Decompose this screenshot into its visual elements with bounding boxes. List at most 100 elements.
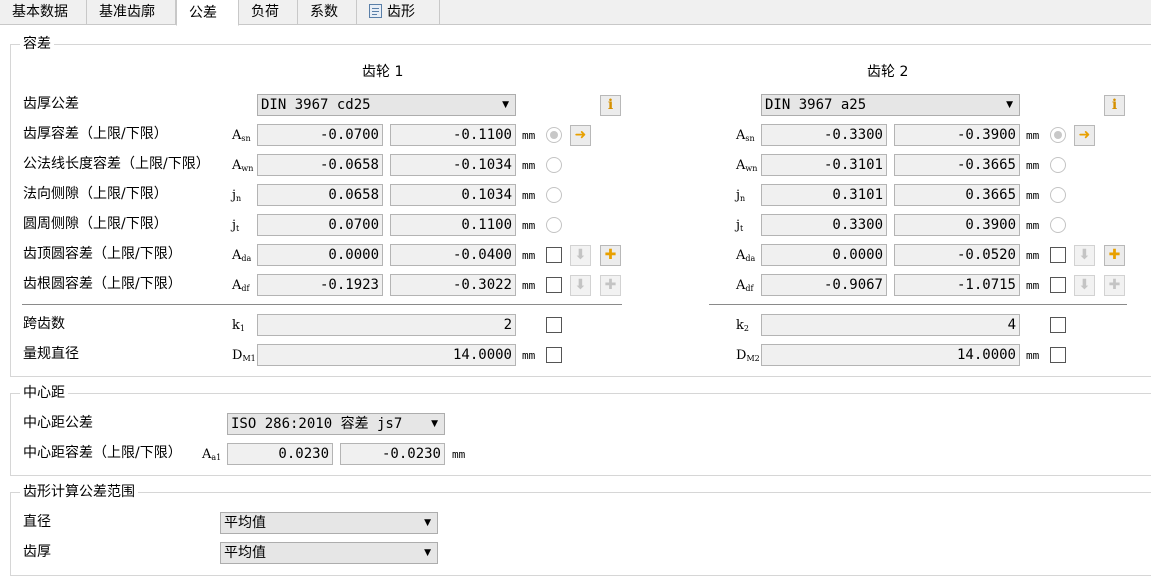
gear1-ada-checkbox[interactable]	[546, 247, 562, 263]
gear1-info-icon[interactable]: i	[600, 95, 621, 116]
gear1-ada-plus-icon[interactable]: ✚	[600, 245, 621, 266]
dropdown-arrow-icon: ▼	[502, 100, 509, 110]
gear2-jt-upper[interactable]: 0.3300	[761, 214, 887, 236]
gear2-jt-radio[interactable]	[1050, 217, 1066, 233]
gear2-info-icon[interactable]: i	[1104, 95, 1125, 116]
gear1-asn-upper[interactable]: -0.0700	[257, 124, 383, 146]
gear2-jn-upper[interactable]: 0.3101	[761, 184, 887, 206]
unit-mm: mm	[522, 159, 536, 172]
profile-tolerance-range-group	[10, 492, 1151, 576]
gear2-span-teeth-field[interactable]: 4	[761, 314, 1020, 336]
label-circumferential-backlash: 圆周侧隙（上限/下限）	[23, 216, 168, 232]
tab-reference-profile[interactable]: 基准齿廓	[87, 0, 176, 25]
gear2-separator	[709, 304, 1127, 305]
symbol-ada-gear2: Ada	[736, 248, 756, 263]
gear1-ball-diameter-field[interactable]: 14.0000	[257, 344, 516, 366]
dropdown-arrow-icon: ▼	[1006, 100, 1013, 110]
gear1-adf-upper[interactable]: -0.1923	[257, 274, 383, 296]
gear1-title: 齿轮 1	[362, 64, 404, 80]
gear1-jn-lower[interactable]: 0.1034	[390, 184, 516, 206]
unit-mm: mm	[1026, 349, 1040, 362]
gear1-ada-upper[interactable]: 0.0000	[257, 244, 383, 266]
gear2-ada-lower[interactable]: -0.0520	[894, 244, 1020, 266]
gear2-ada-checkbox[interactable]	[1050, 247, 1066, 263]
gear2-adf-upper[interactable]: -0.9067	[761, 274, 887, 296]
unit-mm: mm	[1026, 279, 1040, 292]
symbol-k2: k2	[736, 318, 749, 333]
diameter-select[interactable]: 平均值 ▼	[220, 512, 438, 534]
label-center-distance-deviation: 中心距容差（上限/下限）	[23, 445, 182, 461]
center-distance-group	[10, 393, 1151, 476]
gear2-ball-diameter-field[interactable]: 14.0000	[761, 344, 1020, 366]
gear1-ada-lower[interactable]: -0.0400	[390, 244, 516, 266]
symbol-adf-gear1: Adf	[232, 278, 250, 293]
unit-mm: mm	[1026, 129, 1040, 142]
gear2-awn-lower[interactable]: -0.3665	[894, 154, 1020, 176]
unit-mm: mm	[522, 189, 536, 202]
gear2-asn-radio[interactable]	[1050, 127, 1066, 143]
gear2-arrow-right-icon[interactable]: ➜	[1074, 125, 1095, 146]
gear2-adf-lower[interactable]: -1.0715	[894, 274, 1020, 296]
gear1-ball-diameter-checkbox[interactable]	[546, 347, 562, 363]
gear2-jn-lower[interactable]: 0.3665	[894, 184, 1020, 206]
tab-tooth-form[interactable]: 齿形	[357, 0, 440, 25]
gear2-ada-plus-icon[interactable]: ✚	[1104, 245, 1125, 266]
gear2-adf-checkbox[interactable]	[1050, 277, 1066, 293]
gear2-asn-upper[interactable]: -0.3300	[761, 124, 887, 146]
center-distance-tolerance-select[interactable]: ISO 286:2010 容差 js7 ▼	[227, 413, 445, 435]
gear2-asn-lower[interactable]: -0.3900	[894, 124, 1020, 146]
gear2-jt-lower[interactable]: 0.3900	[894, 214, 1020, 236]
symbol-adf-gear2: Adf	[736, 278, 754, 293]
gear1-adf-plus-icon[interactable]: ✚	[600, 275, 621, 296]
gear1-jt-lower[interactable]: 0.1100	[390, 214, 516, 236]
tab-bar: 基本数据 基准齿廓 公差 负荷 系数 齿形	[0, 0, 1151, 26]
tooth-thickness-select[interactable]: 平均值 ▼	[220, 542, 438, 564]
gear1-arrow-right-icon[interactable]: ➜	[570, 125, 591, 146]
gear2-ball-diameter-checkbox[interactable]	[1050, 347, 1066, 363]
symbol-jt-gear1: jt	[232, 218, 240, 233]
unit-mm: mm	[1026, 189, 1040, 202]
label-diameter: 直径	[23, 514, 51, 530]
label-root-diameter-deviation: 齿根圆容差（上限/下限）	[23, 276, 182, 292]
gear1-adf-lower[interactable]: -0.3022	[390, 274, 516, 296]
center-distance-lower[interactable]: -0.0230	[340, 443, 445, 465]
gear1-adf-checkbox[interactable]	[546, 277, 562, 293]
label-normal-backlash: 法向侧隙（上限/下限）	[23, 186, 168, 202]
gear2-awn-upper[interactable]: -0.3101	[761, 154, 887, 176]
center-distance-upper[interactable]: 0.0230	[227, 443, 333, 465]
gear1-ada-down-icon[interactable]: ⬇	[570, 245, 591, 266]
gear2-awn-radio[interactable]	[1050, 157, 1066, 173]
gear1-thickness-tolerance-select[interactable]: DIN 3967 cd25 ▼	[257, 94, 516, 116]
gear2-ada-down-icon[interactable]: ⬇	[1074, 245, 1095, 266]
unit-mm: mm	[522, 129, 536, 142]
gear1-asn-lower[interactable]: -0.1100	[390, 124, 516, 146]
unit-mm: mm	[522, 249, 536, 262]
symbol-dm2: DM2	[736, 348, 760, 363]
tab-basic-data[interactable]: 基本数据	[0, 0, 87, 25]
gear1-asn-radio[interactable]	[546, 127, 562, 143]
gear1-span-teeth-field[interactable]: 2	[257, 314, 516, 336]
gear1-adf-down-icon[interactable]: ⬇	[570, 275, 591, 296]
gear1-awn-radio[interactable]	[546, 157, 562, 173]
gear2-thickness-tolerance-select[interactable]: DIN 3967 a25 ▼	[761, 94, 1020, 116]
gear1-jn-upper[interactable]: 0.0658	[257, 184, 383, 206]
label-center-distance-tolerance: 中心距公差	[23, 415, 93, 431]
tab-tolerance[interactable]: 公差	[176, 0, 239, 26]
gear1-awn-upper[interactable]: -0.0658	[257, 154, 383, 176]
gear1-awn-lower[interactable]: -0.1034	[390, 154, 516, 176]
gear2-ada-upper[interactable]: 0.0000	[761, 244, 887, 266]
gear1-jn-radio[interactable]	[546, 187, 562, 203]
gear2-span-teeth-checkbox[interactable]	[1050, 317, 1066, 333]
tab-factors[interactable]: 系数	[298, 0, 357, 25]
gear1-span-teeth-checkbox[interactable]	[546, 317, 562, 333]
unit-mm: mm	[1026, 219, 1040, 232]
gear1-jt-upper[interactable]: 0.0700	[257, 214, 383, 236]
gear2-jn-radio[interactable]	[1050, 187, 1066, 203]
tab-load[interactable]: 负荷	[239, 0, 298, 25]
unit-mm: mm	[522, 219, 536, 232]
gear2-adf-down-icon[interactable]: ⬇	[1074, 275, 1095, 296]
symbol-asn-gear1: Asn	[232, 128, 251, 143]
symbol-aa1: Aa1	[202, 447, 222, 462]
gear2-adf-plus-icon[interactable]: ✚	[1104, 275, 1125, 296]
gear1-jt-radio[interactable]	[546, 217, 562, 233]
